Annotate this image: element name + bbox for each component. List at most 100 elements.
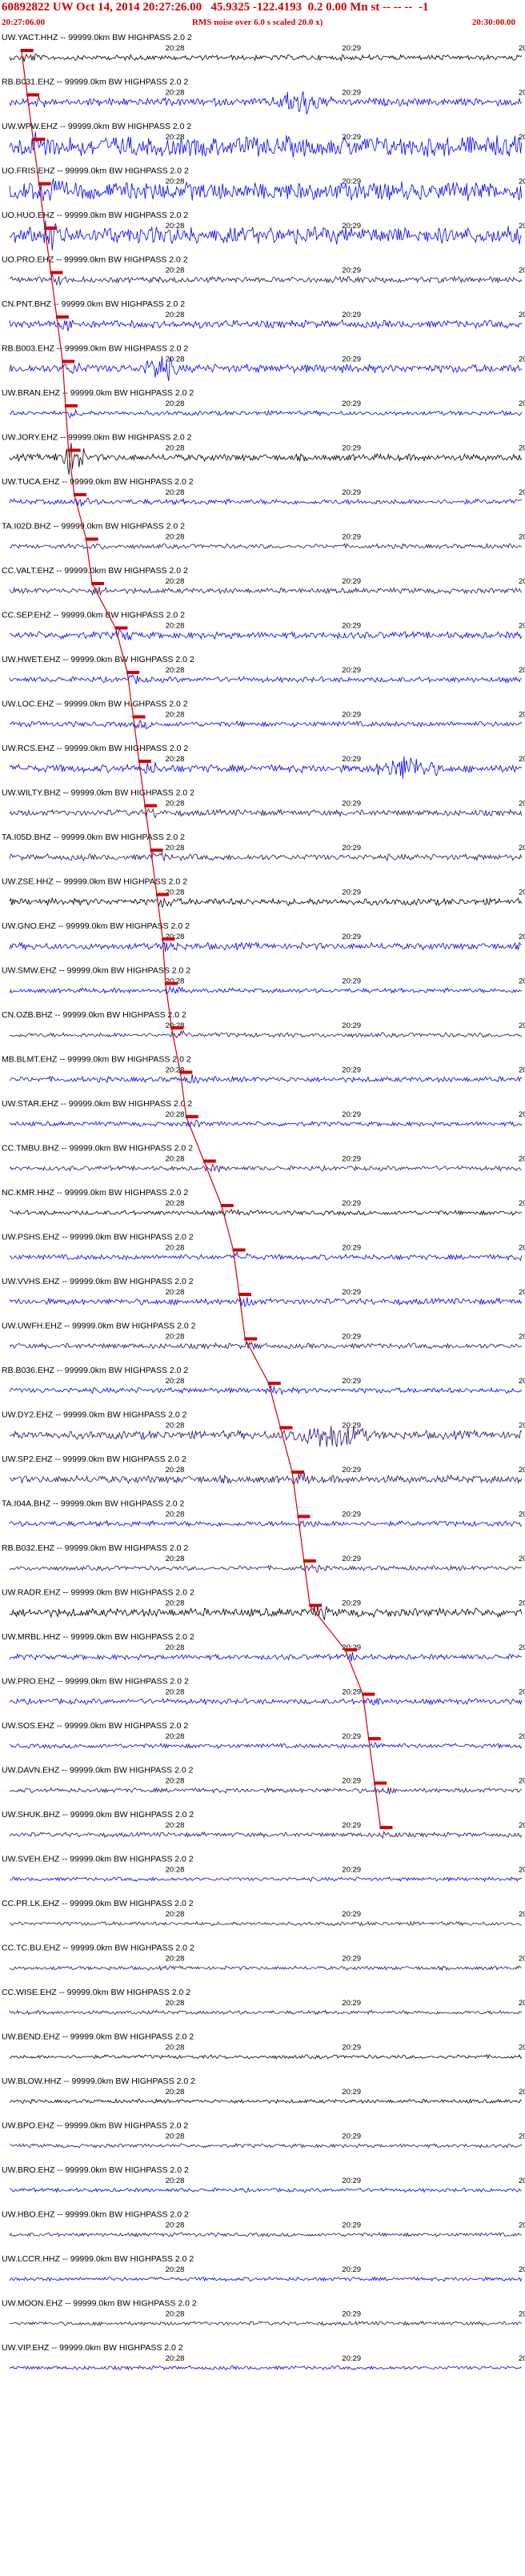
pick-marker bbox=[44, 227, 58, 230]
station-label: UW.BPO.EHZ -- 99999.0km BW HIGHPASS 2.0 … bbox=[2, 2121, 188, 2131]
tick-label: 20:29 bbox=[342, 1555, 361, 1563]
tick-label: 20:29 bbox=[342, 1955, 361, 1964]
trace-line bbox=[9, 851, 523, 862]
trace-line bbox=[9, 497, 522, 507]
tick-label: 20:3 bbox=[519, 222, 525, 231]
tick-label: 20:3 bbox=[519, 2133, 525, 2141]
trace-line bbox=[9, 808, 523, 819]
tick-label: 20:3 bbox=[519, 2265, 525, 2274]
station-label: UW.HBO.EHZ -- 99999.0km BW HIGHPASS 2.0 … bbox=[2, 2210, 189, 2220]
trace-line bbox=[9, 131, 523, 158]
trace-line bbox=[9, 1163, 522, 1173]
tick-label: 20:29 bbox=[342, 488, 361, 497]
record-header: 60892822 UW Oct 14, 2014 20:27:26.00 45.… bbox=[0, 0, 525, 29]
tick-label: 20:3 bbox=[519, 1066, 525, 1075]
trace-line bbox=[9, 355, 523, 382]
tick-label: 20:28 bbox=[166, 1910, 185, 1919]
trace-line bbox=[9, 628, 523, 641]
tick-label: 20:28 bbox=[166, 355, 185, 364]
tick-label: 20:3 bbox=[519, 89, 525, 98]
tick-label: 20:29 bbox=[342, 267, 361, 275]
trace-line bbox=[9, 1519, 523, 1529]
trace-line bbox=[9, 1073, 523, 1085]
tick-label: 20:3 bbox=[519, 355, 525, 364]
trace-line bbox=[9, 1920, 522, 1927]
tick-label: 20:29 bbox=[342, 1511, 361, 1519]
pick-marker bbox=[38, 182, 51, 186]
pick-marker bbox=[26, 93, 40, 97]
tick-label: 20:3 bbox=[519, 311, 525, 319]
tick-label: 20:28 bbox=[166, 711, 185, 720]
tick-label: 20:3 bbox=[519, 44, 525, 53]
tick-label: 20:29 bbox=[342, 933, 361, 941]
pick-marker bbox=[232, 1248, 246, 1252]
tick-label: 20:28 bbox=[166, 1511, 185, 1519]
trace-line bbox=[9, 179, 523, 202]
trace-line bbox=[9, 408, 523, 419]
tick-label: 20:28 bbox=[166, 2354, 185, 2363]
tick-label: 20:28 bbox=[166, 1821, 185, 1830]
pick-marker bbox=[132, 715, 146, 719]
tick-label: 20:3 bbox=[519, 622, 525, 631]
tick-label: 20:3 bbox=[519, 755, 525, 764]
tick-label: 20:29 bbox=[342, 2265, 361, 2274]
station-label: UW.MOON.EHZ -- 99999.0km BW HIGHPASS 2.0… bbox=[2, 2299, 197, 2309]
station-label: UW.ZSE.HHZ -- 99999.0km BW HIGHPASS 2.0 … bbox=[2, 877, 187, 887]
station-label: UW.WPW.EHZ -- 99999.0km BW HIGHPASS 2.0 … bbox=[2, 122, 191, 131]
station-label: UW.SMW.EHZ -- 99999.0km BW HIGHPASS 2.0 … bbox=[2, 966, 190, 976]
station-label: CC.SEP.EHZ -- 99999.0km BW HIGHPASS 2.0 … bbox=[2, 611, 185, 620]
trace-line bbox=[9, 1830, 523, 1840]
pick-marker bbox=[185, 1115, 198, 1118]
pick-marker bbox=[297, 1515, 311, 1519]
tick-label: 20:28 bbox=[166, 1110, 185, 1119]
tick-label: 20:3 bbox=[519, 666, 525, 675]
pick-marker bbox=[291, 1471, 305, 1474]
station-label: CC.PR.LK.EHZ -- 99999.0km BW HIGHPASS 2.… bbox=[2, 1899, 194, 1908]
tick-label: 20:3 bbox=[519, 1955, 525, 1964]
tick-label: 20:28 bbox=[166, 1244, 185, 1253]
tick-label: 20:28 bbox=[166, 2133, 185, 2141]
tick-label: 20:29 bbox=[342, 178, 361, 187]
tick-label: 20:29 bbox=[342, 444, 361, 453]
tick-label: 20:3 bbox=[519, 800, 525, 809]
station-label: UW.BRO.EHZ -- 99999.0km BW HIGHPASS 2.0 … bbox=[2, 2165, 189, 2175]
pick-marker bbox=[126, 671, 140, 674]
tick-label: 20:29 bbox=[342, 1777, 361, 1786]
station-label: RB.B003.EHZ -- 99999.0km BW HIGHPASS 2.0… bbox=[2, 344, 188, 354]
trace-line bbox=[9, 1297, 523, 1308]
trace-line bbox=[9, 2320, 522, 2327]
tick-label: 20:28 bbox=[166, 2044, 185, 2052]
tick-label: 20:3 bbox=[519, 1688, 525, 1697]
tick-label: 20:3 bbox=[519, 1244, 525, 1253]
tick-label: 20:28 bbox=[166, 1866, 185, 1875]
trace-line bbox=[9, 1876, 523, 1883]
station-label: UW.BLOW.HHZ -- 99999.0km BW HIGHPASS 2.0… bbox=[2, 2076, 195, 2086]
station-label: UW.HWET.EHZ -- 99999.0km BW HIGHPASS 2.0… bbox=[2, 655, 194, 664]
tick-label: 20:29 bbox=[342, 1155, 361, 1164]
station-label: UW.PSHS.EHZ -- 99999.0km BW HIGHPASS 2.0… bbox=[2, 1233, 194, 1242]
tick-label: 20:3 bbox=[519, 844, 525, 853]
pick-marker bbox=[367, 1737, 381, 1740]
tick-label: 20:29 bbox=[342, 2088, 361, 2097]
tick-label: 20:28 bbox=[166, 1199, 185, 1208]
tick-label: 20:3 bbox=[519, 1288, 525, 1297]
station-label: UW.BRAN.EHZ -- 99999.0km BW HIGHPASS 2.0… bbox=[2, 388, 194, 398]
tick-label: 20:28 bbox=[166, 1466, 185, 1475]
tick-label: 20:29 bbox=[342, 1910, 361, 1919]
station-label: UO.FRIS.EHZ -- 99999.0km BW HIGHPASS 2.0… bbox=[2, 167, 189, 176]
pick-marker bbox=[220, 1204, 234, 1207]
trace-line bbox=[9, 1741, 523, 1750]
tick-label: 20:29 bbox=[342, 1377, 361, 1386]
station-label: UW.TUCA.EHZ -- 99999.0km BW HIGHPASS 2.0… bbox=[2, 477, 194, 487]
pick-marker bbox=[114, 626, 128, 630]
seismogram-plot: UW.YACT.HHZ -- 99999.0km BW HIGHPASS 2.0… bbox=[2, 33, 525, 2371]
tick-label: 20:29 bbox=[342, 1021, 361, 1030]
tick-label: 20:28 bbox=[166, 1377, 185, 1386]
tick-label: 20:3 bbox=[519, 533, 525, 542]
tick-label: 20:29 bbox=[342, 2177, 361, 2185]
trace-line bbox=[9, 1564, 522, 1573]
tick-label: 20:3 bbox=[519, 1910, 525, 1919]
tick-label: 20:29 bbox=[342, 666, 361, 675]
tick-label: 20:29 bbox=[342, 577, 361, 586]
pick-marker bbox=[362, 1692, 375, 1696]
